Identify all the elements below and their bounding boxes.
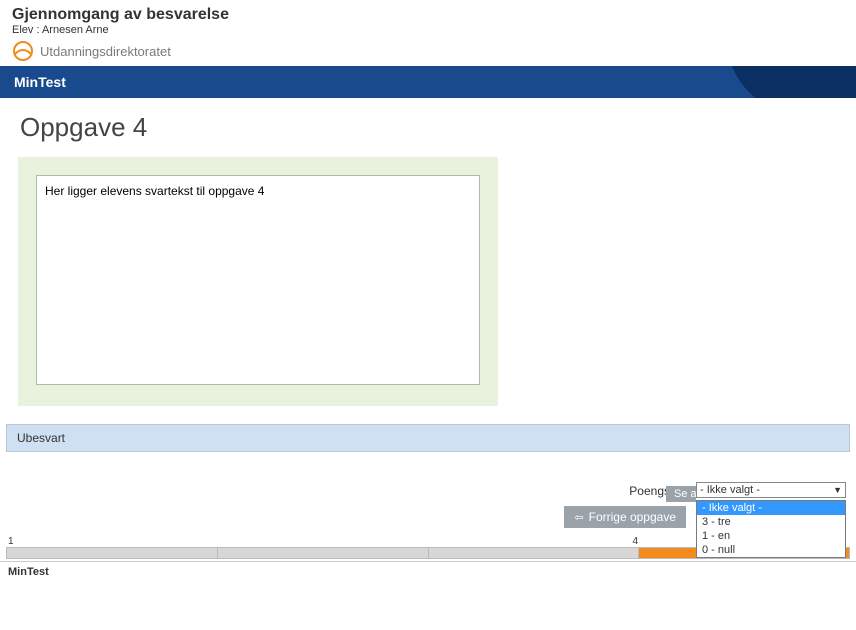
task-title: Oppgave 4	[0, 98, 856, 157]
progress-start: 1	[8, 536, 14, 547]
chevron-down-icon: ▼	[833, 485, 842, 495]
status-bar: Ubesvart	[6, 424, 850, 452]
footer-test-name: MinTest	[0, 561, 856, 582]
score-dropdown-list: - Ikke valgt - 3 - tre 1 - en 0 - null	[696, 500, 846, 558]
score-option[interactable]: 1 - en	[697, 529, 845, 543]
progress-segment[interactable]	[7, 548, 218, 558]
answer-panel	[18, 157, 498, 406]
test-name-bar: MinTest	[0, 66, 856, 98]
org-name: Utdanningsdirektoratet	[40, 44, 171, 59]
score-option[interactable]: - Ikke valgt -	[697, 501, 845, 515]
page-title: Gjennomgang av besvarelse	[12, 6, 844, 24]
score-option[interactable]: 3 - tre	[697, 515, 845, 529]
test-name: MinTest	[14, 74, 66, 90]
student-info: Elev : Arnesen Arne	[12, 24, 844, 36]
student-label: Elev :	[12, 24, 40, 36]
arrow-left-icon: ⇦	[574, 511, 583, 524]
previous-task-label: Forrige oppgave	[589, 510, 676, 524]
score-option[interactable]: 0 - null	[697, 543, 845, 557]
decorative-swoosh	[726, 66, 856, 98]
previous-task-button[interactable]: ⇦ Forrige oppgave	[564, 506, 686, 528]
student-name: Arnesen Arne	[42, 24, 109, 36]
answer-textarea[interactable]	[36, 175, 480, 385]
see-all-button[interactable]: Se a	[666, 486, 696, 502]
score-selected: - Ikke valgt -	[700, 484, 760, 496]
progress-current: 4	[632, 536, 638, 547]
progress-segment[interactable]	[218, 548, 429, 558]
score-dropdown[interactable]: - Ikke valgt - ▼	[696, 482, 846, 498]
logo-icon	[12, 40, 34, 62]
progress-segment[interactable]	[429, 548, 640, 558]
